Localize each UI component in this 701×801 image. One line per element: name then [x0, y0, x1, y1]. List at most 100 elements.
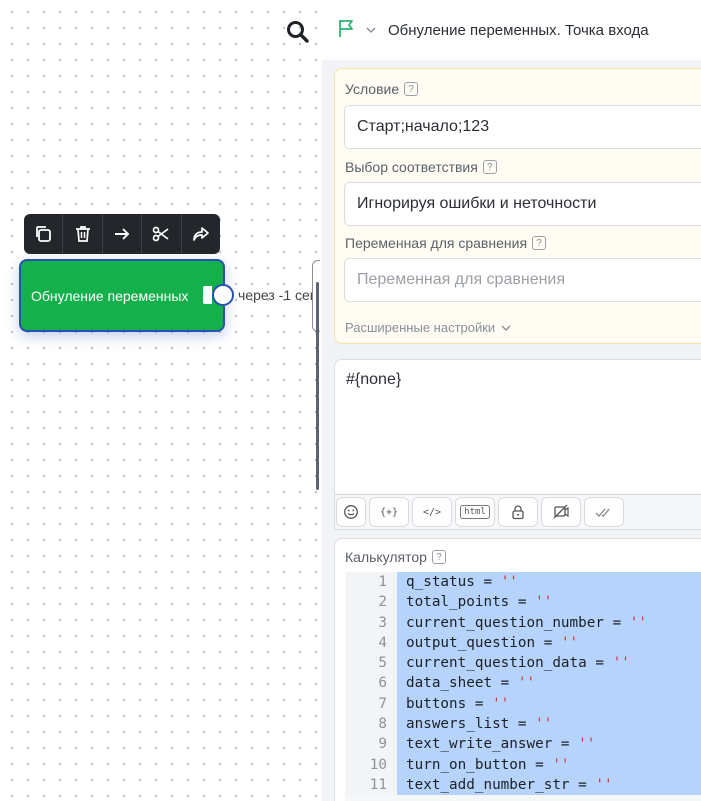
- line-number: 5: [345, 653, 397, 674]
- code-text-content: data_sheet =: [406, 675, 518, 692]
- code-text[interactable]: data_sheet = '': [397, 673, 701, 694]
- code-line: 10 turn_on_button = '': [345, 754, 701, 775]
- code-line: 11 text_add_number_str = '': [345, 774, 701, 796]
- message-editor[interactable]: #{none}: [334, 359, 701, 493]
- condition-card: Условие ? Старт;начало;123 Выбор соответ…: [334, 68, 701, 344]
- panel-resize-handle[interactable]: [316, 282, 319, 490]
- code-line: 2 total_points = '': [345, 592, 701, 613]
- smile-icon[interactable]: [336, 497, 366, 527]
- line-number: 6: [345, 673, 397, 694]
- code-string: '': [517, 675, 536, 692]
- code-text-content: answers_list =: [406, 716, 536, 733]
- flag-icon[interactable]: [336, 17, 358, 44]
- code-text[interactable]: current_question_data = '': [397, 653, 701, 674]
- properties-panel: Обнуление переменных. Точка входа Услови…: [322, 0, 701, 801]
- panel-header: Обнуление переменных. Точка входа: [322, 0, 701, 60]
- code-string: '': [560, 634, 579, 651]
- chevron-down-icon[interactable]: [366, 21, 376, 39]
- line-number: 11: [345, 774, 397, 796]
- line-number: 4: [345, 632, 397, 654]
- variable-button[interactable]: {+}: [369, 497, 409, 527]
- code-text[interactable]: text_write_answer = '': [397, 734, 701, 755]
- share-icon[interactable]: [182, 214, 220, 254]
- check-double-icon[interactable]: [584, 497, 624, 527]
- code-string: '': [535, 594, 553, 611]
- copy-icon[interactable]: [24, 214, 64, 254]
- match-label: Выбор соответствия ?: [345, 159, 497, 175]
- code-string: '': [535, 716, 553, 733]
- line-number: 2: [345, 592, 397, 613]
- code-line: 8 answers_list = '': [345, 714, 701, 735]
- code-text[interactable]: turn_on_button = '': [397, 754, 701, 775]
- compare-var-label-text: Переменная для сравнения: [345, 235, 528, 251]
- arrow-right-icon[interactable]: [103, 214, 143, 254]
- lock-icon[interactable]: [498, 497, 538, 527]
- html-button[interactable]: html: [455, 497, 495, 527]
- node-output-port[interactable]: [212, 284, 234, 306]
- code-editor[interactable]: 1 q_status = '' 2 total_points = '' 3 curre…: [345, 572, 701, 801]
- match-select[interactable]: Игнорируя ошибки и неточности: [344, 182, 701, 226]
- code-line: 3 current_question_number = '': [345, 612, 701, 633]
- help-icon[interactable]: ?: [431, 550, 446, 564]
- code-text-content: text_add_number_str =: [406, 776, 596, 793]
- condition-label: Условие ?: [345, 81, 419, 97]
- code-text-content: current_question_data =: [406, 655, 613, 672]
- code-text-content: buttons =: [406, 695, 493, 712]
- search-icon[interactable]: [284, 18, 312, 46]
- condition-input[interactable]: Старт;начало;123: [344, 105, 701, 149]
- compare-var-input[interactable]: Переменная для сравнения: [344, 258, 701, 302]
- code-text[interactable]: output_question = '': [397, 632, 701, 654]
- editor-text[interactable]: #{none}: [346, 371, 401, 389]
- code-string: '': [629, 614, 648, 631]
- node-badge: [203, 286, 212, 304]
- node-toolbar: [24, 214, 220, 254]
- code-text[interactable]: q_status = '': [397, 572, 701, 593]
- line-number: 9: [345, 734, 397, 755]
- trash-icon[interactable]: [63, 214, 103, 254]
- scissors-icon[interactable]: [142, 214, 182, 254]
- flow-canvas[interactable]: Обнуление переменных через -1 секунд: [0, 0, 320, 801]
- flow-node[interactable]: Обнуление переменных: [19, 259, 225, 332]
- chevron-down-icon: [501, 325, 511, 331]
- code-button[interactable]: </>: [412, 497, 452, 527]
- code-text[interactable]: current_question_number = '': [397, 612, 701, 633]
- help-icon[interactable]: ?: [482, 160, 497, 174]
- code-string: '': [500, 574, 518, 590]
- help-icon[interactable]: ?: [404, 82, 419, 96]
- html-button-label: html: [460, 505, 490, 519]
- node-title: Обнуление переменных: [31, 287, 189, 304]
- code-text-content: text_write_answer =: [406, 736, 579, 753]
- calculator-label: Калькулятор ?: [345, 549, 446, 565]
- calculator-label-text: Калькулятор: [345, 549, 427, 565]
- page-title: Обнуление переменных. Точка входа: [388, 21, 649, 39]
- advanced-settings-toggle[interactable]: Расширенные настройки: [345, 320, 511, 335]
- line-number: 8: [345, 714, 397, 735]
- line-number: 10: [345, 754, 397, 775]
- help-icon[interactable]: ?: [532, 236, 547, 250]
- calculator-card: Калькулятор ? 1 q_status = '' 2 total_poin…: [334, 538, 701, 801]
- line-number: 3: [345, 612, 397, 633]
- code-string: '': [552, 756, 570, 773]
- condition-label-text: Условие: [345, 81, 400, 97]
- code-text[interactable]: answers_list = '': [397, 714, 701, 735]
- code-text-content: q_status =: [406, 574, 501, 590]
- code-text[interactable]: total_points = '': [397, 592, 701, 613]
- code-line: 1 q_status = '': [345, 572, 701, 593]
- code-line: 7 buttons = '': [345, 693, 701, 715]
- code-string: '': [578, 736, 596, 753]
- code-line: 5 current_question_data = '': [345, 653, 701, 674]
- code-string: '': [492, 695, 510, 712]
- advanced-settings-label: Расширенные настройки: [345, 320, 496, 335]
- compare-var-label: Переменная для сравнения ?: [345, 235, 547, 251]
- edge-delay-label: через -1 секунд: [238, 287, 320, 303]
- code-text[interactable]: buttons = '': [397, 693, 701, 715]
- code-text-content: turn_on_button =: [406, 756, 553, 773]
- code-line: 4 output_question = '': [345, 632, 701, 654]
- code-string: '': [595, 776, 613, 793]
- code-text[interactable]: text_add_number_str = '': [397, 774, 701, 796]
- code-text-content: output_question =: [406, 634, 561, 651]
- code-text-content: total_points =: [406, 594, 536, 611]
- no-preview-icon[interactable]: [541, 497, 581, 527]
- line-number: 7: [345, 693, 397, 715]
- code-line: 6 data_sheet = '': [345, 673, 701, 694]
